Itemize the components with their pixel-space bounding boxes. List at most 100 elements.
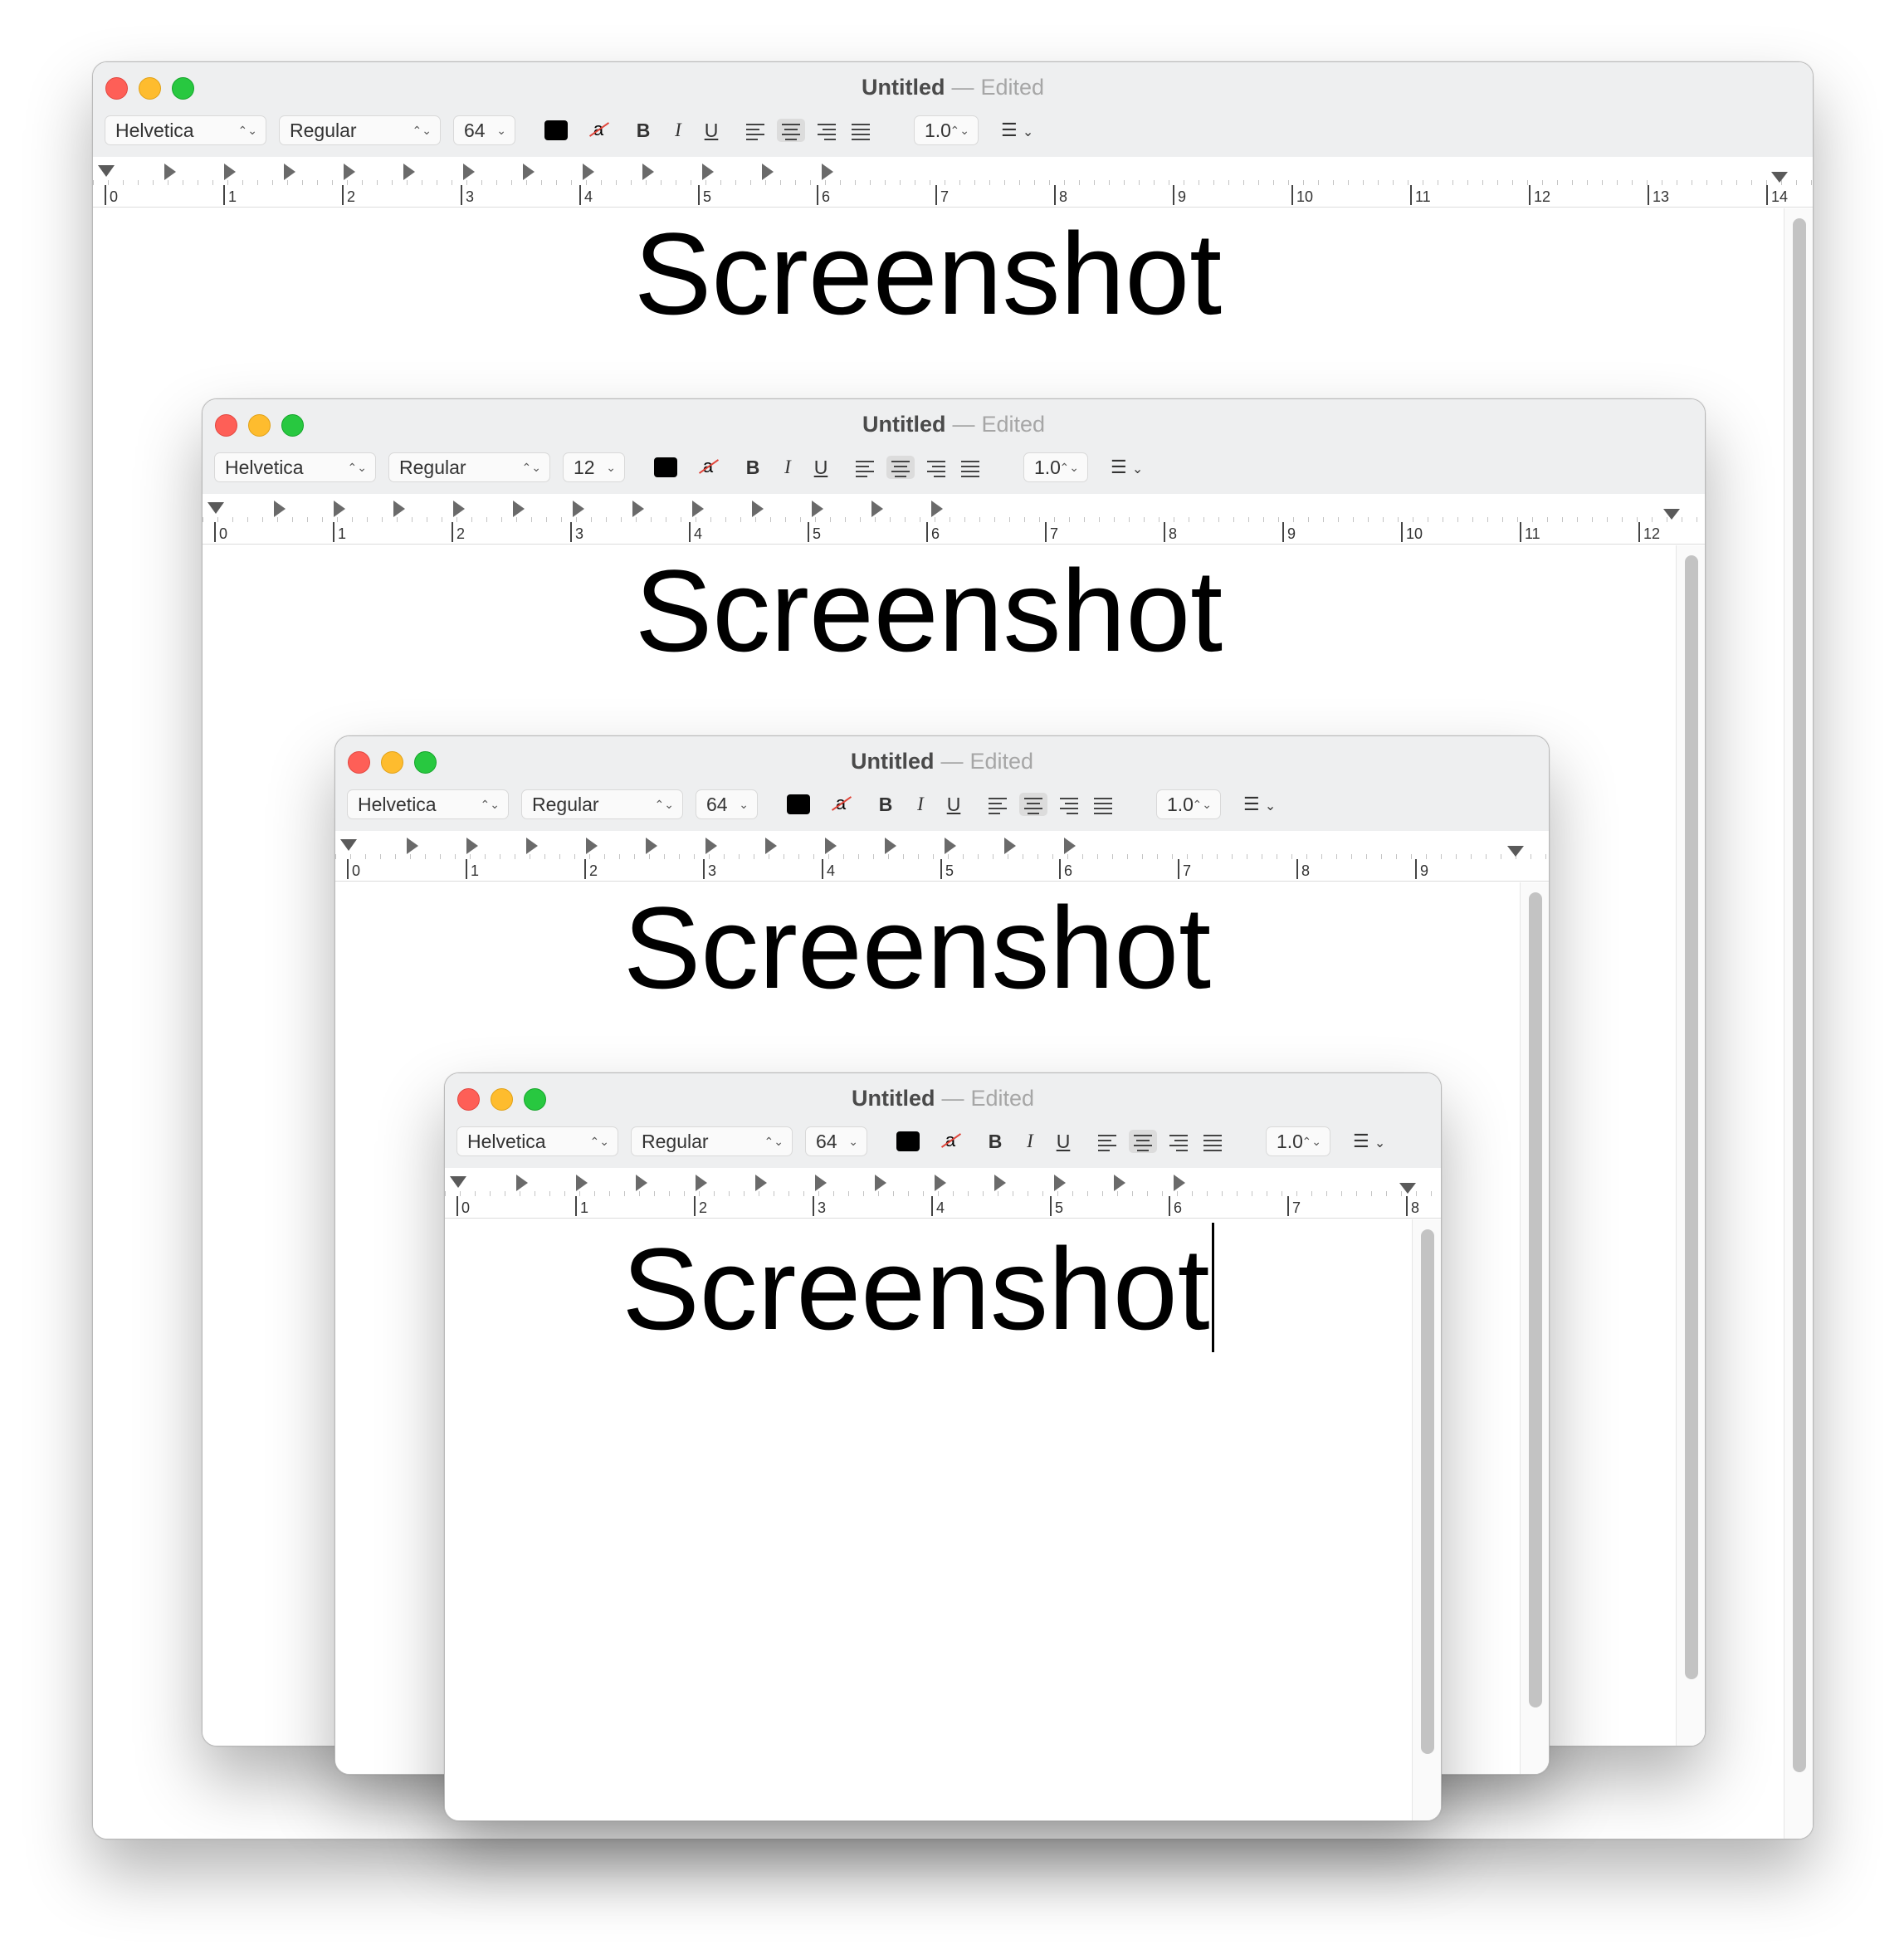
tab-stop-marker[interactable] xyxy=(696,1175,707,1191)
align-justify-button[interactable] xyxy=(847,119,875,142)
right-margin-marker[interactable] xyxy=(1399,1183,1416,1194)
highlight-color-icon[interactable]: a xyxy=(696,454,720,479)
tab-stop-marker[interactable] xyxy=(344,164,355,180)
bold-button[interactable]: B xyxy=(875,789,896,819)
typeface-popup[interactable]: Regular ⌃⌄ xyxy=(279,115,441,145)
italic-button[interactable]: I xyxy=(910,789,931,819)
align-justify-button[interactable] xyxy=(956,456,984,479)
document-text[interactable]: Screenshot xyxy=(445,1223,1391,1352)
tab-stop-marker[interactable] xyxy=(573,501,584,517)
tab-stop-marker[interactable] xyxy=(407,838,418,854)
right-margin-marker[interactable] xyxy=(1507,846,1524,857)
tab-stop-marker[interactable] xyxy=(1054,1175,1066,1191)
tab-stop-marker[interactable] xyxy=(393,501,405,517)
bold-button[interactable]: B xyxy=(632,115,654,145)
document-text[interactable]: Screenshot xyxy=(203,549,1655,673)
tab-stop-marker[interactable] xyxy=(334,501,345,517)
vertical-scrollbar[interactable] xyxy=(1685,555,1698,1679)
tab-stop-marker[interactable] xyxy=(466,838,478,854)
vertical-scrollbar[interactable] xyxy=(1421,1229,1434,1754)
tab-stop-marker[interactable] xyxy=(875,1175,886,1191)
first-line-indent-marker[interactable] xyxy=(98,165,115,177)
align-center-button[interactable] xyxy=(1129,1130,1157,1153)
tab-stop-marker[interactable] xyxy=(994,1175,1006,1191)
title-bar[interactable]: Untitled — Edited Helvetica ⌃⌄ Regular ⌃⌄ 64… xyxy=(335,736,1549,832)
italic-button[interactable]: I xyxy=(777,452,798,482)
tab-stop-marker[interactable] xyxy=(513,501,525,517)
text-color-swatch[interactable] xyxy=(654,457,677,477)
line-spacing-popup[interactable]: 1.0 ⌃⌄ xyxy=(1156,789,1221,819)
line-spacing-popup[interactable]: 1.0 ⌃⌄ xyxy=(1023,452,1088,482)
align-right-button[interactable] xyxy=(812,119,840,142)
tab-stop-marker[interactable] xyxy=(463,164,475,180)
document-text[interactable]: Screenshot xyxy=(335,886,1499,1010)
tab-stop-marker[interactable] xyxy=(702,164,714,180)
first-line-indent-marker[interactable] xyxy=(340,839,357,851)
align-center-button[interactable] xyxy=(777,119,805,142)
tab-stop-marker[interactable] xyxy=(224,164,236,180)
italic-button[interactable]: I xyxy=(667,115,689,145)
tab-stop-marker[interactable] xyxy=(945,838,956,854)
align-left-button[interactable] xyxy=(852,456,880,479)
align-right-button[interactable] xyxy=(1054,793,1082,816)
align-left-button[interactable] xyxy=(984,793,1013,816)
right-margin-marker[interactable] xyxy=(1771,172,1788,183)
tab-stop-marker[interactable] xyxy=(632,501,644,517)
first-line-indent-marker[interactable] xyxy=(450,1176,466,1188)
font-family-popup[interactable]: Helvetica ⌃⌄ xyxy=(214,452,376,482)
tab-stop-marker[interactable] xyxy=(453,501,465,517)
tab-stop-marker[interactable] xyxy=(1004,838,1016,854)
document-text[interactable]: Screenshot xyxy=(93,212,1763,336)
document-area[interactable]: Screenshot xyxy=(445,1219,1441,1820)
tab-stop-marker[interactable] xyxy=(705,838,717,854)
ruler[interactable]: 0 1 2 3 4 5 6 7 8 xyxy=(445,1168,1441,1219)
tab-stop-marker[interactable] xyxy=(636,1175,647,1191)
font-family-popup[interactable]: Helvetica ⌃⌄ xyxy=(456,1126,618,1156)
align-center-button[interactable] xyxy=(1019,793,1047,816)
tab-stop-marker[interactable] xyxy=(523,164,535,180)
tab-stop-marker[interactable] xyxy=(164,164,176,180)
font-family-popup[interactable]: Helvetica ⌃⌄ xyxy=(105,115,266,145)
align-left-button[interactable] xyxy=(1094,1130,1122,1153)
bold-button[interactable]: B xyxy=(984,1126,1006,1156)
list-bullets-button[interactable]: ☰ ⌄ xyxy=(1353,1126,1411,1156)
typeface-popup[interactable]: Regular ⌃⌄ xyxy=(521,789,683,819)
vertical-scrollbar[interactable] xyxy=(1529,892,1542,1707)
underline-button[interactable]: U xyxy=(943,789,964,819)
tab-stop-marker[interactable] xyxy=(284,164,295,180)
tab-stop-marker[interactable] xyxy=(692,501,704,517)
list-bullets-button[interactable]: ☰ ⌄ xyxy=(1001,115,1059,145)
align-right-button[interactable] xyxy=(921,456,950,479)
tab-stop-marker[interactable] xyxy=(274,501,286,517)
tab-stop-marker[interactable] xyxy=(762,164,774,180)
tab-stop-marker[interactable] xyxy=(812,501,823,517)
font-size-combo[interactable]: 64 ⌄ xyxy=(696,789,758,819)
textedit-window[interactable]: Untitled — Edited Helvetica ⌃⌄ Regular ⌃⌄ 64… xyxy=(444,1072,1442,1821)
vertical-scrollbar[interactable] xyxy=(1793,218,1806,1772)
tab-stop-marker[interactable] xyxy=(822,164,833,180)
align-justify-button[interactable] xyxy=(1199,1130,1227,1153)
tab-stop-marker[interactable] xyxy=(526,838,538,854)
ruler[interactable]: 0 1 2 3 4 5 6 7 8 9 10 11 12 xyxy=(203,494,1705,545)
align-right-button[interactable] xyxy=(1164,1130,1192,1153)
tab-stop-marker[interactable] xyxy=(752,501,764,517)
align-justify-button[interactable] xyxy=(1089,793,1117,816)
title-bar[interactable]: Untitled — Edited Helvetica ⌃⌄ Regular ⌃⌄ 64… xyxy=(93,62,1813,158)
highlight-color-icon[interactable]: a xyxy=(938,1128,963,1153)
text-color-swatch[interactable] xyxy=(787,794,810,814)
highlight-color-icon[interactable]: a xyxy=(586,117,611,142)
italic-button[interactable]: I xyxy=(1019,1126,1041,1156)
tab-stop-marker[interactable] xyxy=(576,1175,588,1191)
tab-stop-marker[interactable] xyxy=(646,838,657,854)
tab-stop-marker[interactable] xyxy=(885,838,896,854)
text-color-swatch[interactable] xyxy=(544,120,568,140)
underline-button[interactable]: U xyxy=(701,115,722,145)
tab-stop-marker[interactable] xyxy=(642,164,654,180)
text-color-swatch[interactable] xyxy=(896,1131,920,1151)
tab-stop-marker[interactable] xyxy=(871,501,883,517)
tab-stop-marker[interactable] xyxy=(935,1175,946,1191)
tab-stop-marker[interactable] xyxy=(755,1175,767,1191)
ruler[interactable]: 0 1 2 3 4 5 6 7 8 9 10 11 12 13 14 xyxy=(93,157,1813,208)
ruler[interactable]: 0 1 2 3 4 5 6 7 8 9 xyxy=(335,831,1549,882)
typeface-popup[interactable]: Regular ⌃⌄ xyxy=(388,452,550,482)
